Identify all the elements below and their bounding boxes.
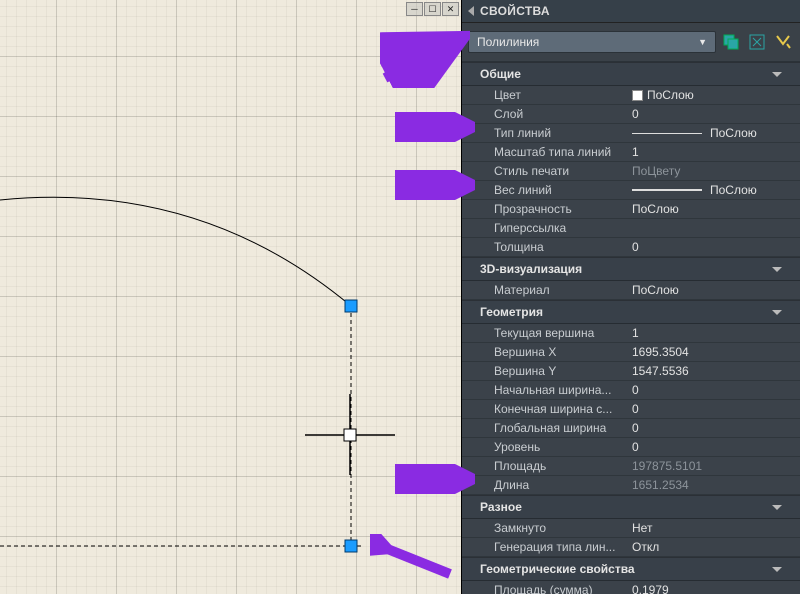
prop-ltscale[interactable]: Масштаб типа линий 1 xyxy=(462,143,800,162)
prop-material[interactable]: Материал ПоСлою xyxy=(462,281,800,300)
prop-global-width[interactable]: Глобальная ширина 0 xyxy=(462,419,800,438)
minimize-button[interactable]: ─ xyxy=(406,2,423,16)
quick-select-icon[interactable] xyxy=(772,31,794,53)
grip-handle-top xyxy=(345,300,357,312)
prop-start-width[interactable]: Начальная ширина... 0 xyxy=(462,381,800,400)
annotation-arrow xyxy=(395,464,475,494)
prop-thickness[interactable]: Толщина 0 xyxy=(462,238,800,257)
properties-panel: СВОЙСТВА Полилиния ▼ Общие Цвет ПоСлою С… xyxy=(462,0,800,594)
annotation-arrow xyxy=(395,112,475,142)
prop-closed[interactable]: Замкнуто Нет xyxy=(462,519,800,538)
prop-current-vertex[interactable]: Текущая вершина 1 xyxy=(462,324,800,343)
chevron-down-icon xyxy=(772,72,782,77)
section-geometry[interactable]: Геометрия xyxy=(462,300,800,324)
toggle-pickadd-icon[interactable] xyxy=(720,31,742,53)
linetype-sample xyxy=(632,133,702,134)
prop-elevation[interactable]: Уровень 0 xyxy=(462,438,800,457)
annotation-arrow xyxy=(395,170,475,200)
drawing-canvas[interactable]: ─ ☐ ✕ xyxy=(0,0,462,594)
chevron-down-icon xyxy=(772,310,782,315)
close-button[interactable]: ✕ xyxy=(442,2,459,16)
section-general[interactable]: Общие xyxy=(462,62,800,86)
color-swatch xyxy=(632,90,643,101)
annotation-arrow xyxy=(380,28,470,88)
grip-handle-bottom xyxy=(345,540,357,552)
window-controls: ─ ☐ ✕ xyxy=(406,2,459,16)
prop-plotstyle[interactable]: Стиль печати ПоЦвету xyxy=(462,162,800,181)
section-3dvis[interactable]: 3D-визуализация xyxy=(462,257,800,281)
prop-lineweight[interactable]: Вес линий ПоСлою xyxy=(462,181,800,200)
lineweight-sample xyxy=(632,189,702,191)
prop-hyperlink[interactable]: Гиперссылка xyxy=(462,219,800,238)
section-misc[interactable]: Разное xyxy=(462,495,800,519)
prop-layer[interactable]: Слой 0 xyxy=(462,105,800,124)
select-objects-icon[interactable] xyxy=(746,31,768,53)
panel-titlebar[interactable]: СВОЙСТВА xyxy=(462,0,800,23)
prop-area-sum[interactable]: Площадь (сумма) 0.1979 xyxy=(462,581,800,594)
maximize-button[interactable]: ☐ xyxy=(424,2,441,16)
prop-vertex-x[interactable]: Вершина X 1695.3504 xyxy=(462,343,800,362)
prop-transparency[interactable]: Прозрачность ПоСлою xyxy=(462,200,800,219)
collapse-icon xyxy=(468,6,474,16)
panel-title: СВОЙСТВА xyxy=(480,4,550,18)
prop-vertex-y[interactable]: Вершина Y 1547.5536 xyxy=(462,362,800,381)
drawing-overlay xyxy=(0,0,462,594)
prop-end-width[interactable]: Конечная ширина с... 0 xyxy=(462,400,800,419)
prop-area[interactable]: Площадь 197875.5101 xyxy=(462,457,800,476)
prop-length[interactable]: Длина 1651.2534 xyxy=(462,476,800,495)
prop-ltgen[interactable]: Генерация типа лин... Откл xyxy=(462,538,800,557)
prop-linetype[interactable]: Тип линий ПоСлою xyxy=(462,124,800,143)
chevron-down-icon xyxy=(772,267,782,272)
chevron-down-icon xyxy=(772,567,782,572)
object-type-selector[interactable]: Полилиния ▼ xyxy=(468,31,716,53)
chevron-down-icon xyxy=(772,505,782,510)
selector-value: Полилиния xyxy=(477,35,539,49)
annotation-arrow xyxy=(370,534,460,584)
prop-color[interactable]: Цвет ПоСлою xyxy=(462,86,800,105)
chevron-down-icon: ▼ xyxy=(698,37,707,47)
section-geomprops[interactable]: Геометрические свойства xyxy=(462,557,800,581)
